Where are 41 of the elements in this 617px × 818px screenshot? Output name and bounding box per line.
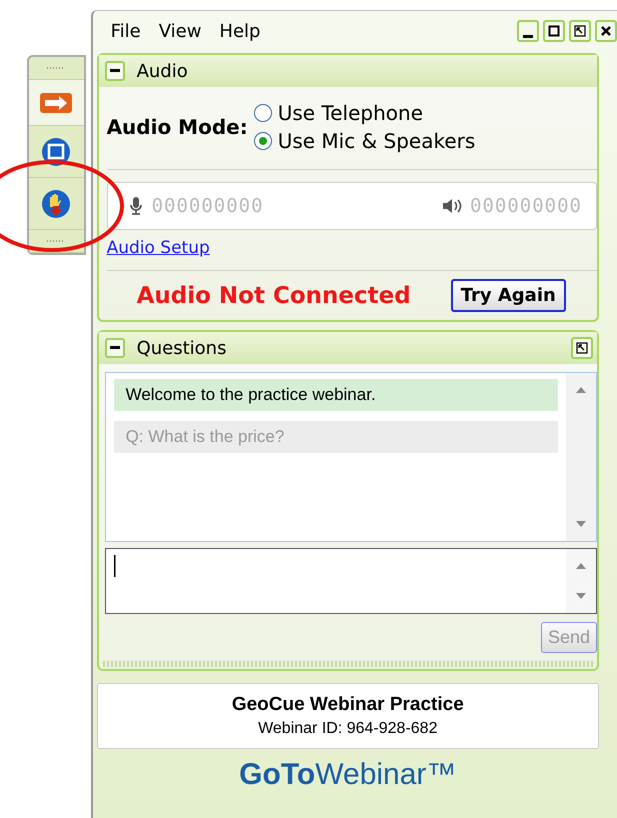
scrollbar[interactable] <box>566 373 596 541</box>
webinar-name: GeoCue Webinar Practice <box>232 694 464 716</box>
radio-button[interactable] <box>254 132 272 150</box>
mic-level-reading: 000000000 <box>152 195 264 217</box>
panel-title: Audio <box>136 60 188 82</box>
microphone-icon <box>128 196 144 216</box>
menu-item[interactable]: Help <box>219 20 260 42</box>
speaker-level-reading: 000000000 <box>470 195 582 217</box>
audio-mode-label: Audio Mode: <box>106 115 248 139</box>
collapse-button[interactable] <box>104 61 125 81</box>
maximize-button[interactable] <box>543 20 565 42</box>
close-button[interactable] <box>595 20 617 42</box>
maximize-icon <box>548 25 560 37</box>
product-logo: GoToWebinar™ <box>239 757 456 793</box>
minimize-button[interactable] <box>517 20 539 42</box>
minus-icon <box>110 346 120 350</box>
try-again-button[interactable]: Try Again <box>450 279 566 312</box>
audio-setup-link[interactable]: Audio Setup <box>106 238 210 258</box>
speaker-icon <box>442 197 462 215</box>
radio-option[interactable]: Use Mic & Speakers <box>254 129 476 153</box>
announcement-item: Welcome to the practice webinar. <box>114 379 558 411</box>
collapse-button[interactable] <box>104 338 125 358</box>
minimize-icon <box>522 35 534 38</box>
webinar-id: Webinar ID: 964-928-682 <box>258 720 438 738</box>
question-item: Q: What is the price? <box>114 421 558 453</box>
restore-icon <box>574 25 586 37</box>
restore-button[interactable] <box>569 20 591 42</box>
pop-out-icon <box>576 342 588 354</box>
close-icon <box>600 25 612 37</box>
audio-status-text: Audio Not Connected <box>136 282 411 308</box>
arrow-button[interactable] <box>29 80 84 126</box>
menu-item[interactable]: File <box>110 20 141 42</box>
minus-icon <box>110 69 120 73</box>
radio-option[interactable]: Use Telephone <box>254 101 476 125</box>
menu-item[interactable]: View <box>158 20 202 42</box>
question-input-field[interactable] <box>104 548 597 614</box>
pop-out-button[interactable] <box>571 337 593 359</box>
radio-button[interactable] <box>254 104 272 122</box>
hand-icon <box>41 188 72 218</box>
panel-title: Questions <box>136 338 226 358</box>
screen-icon <box>41 136 72 166</box>
